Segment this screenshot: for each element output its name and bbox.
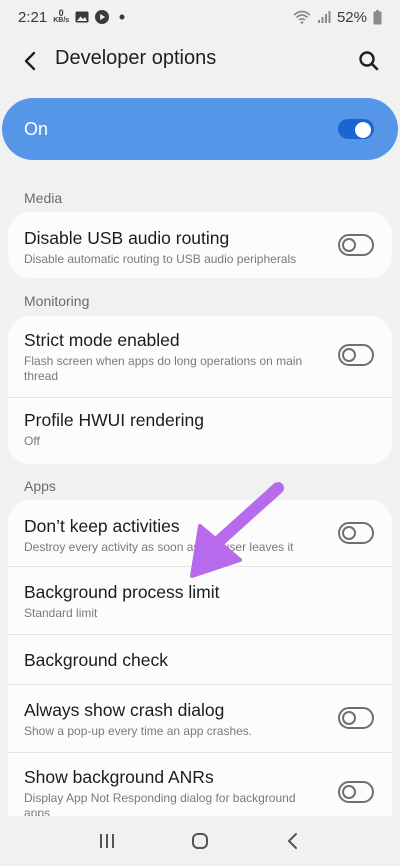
item-subtitle: Off (24, 434, 40, 448)
item-subtitle: Standard limit (24, 606, 98, 620)
toggle-knob (355, 122, 371, 138)
toggle-switch-show-background-anrs[interactable] (338, 781, 374, 803)
item-subtitle: Display App Not Responding dialog for ba… (24, 791, 296, 816)
battery-percentage: 52% (336, 8, 367, 26)
back-arrow-icon[interactable] (18, 48, 44, 74)
status-left: 2:21 0 KB/s (18, 9, 125, 26)
apps-card: Don’t keep activities Destroy every acti… (8, 500, 392, 816)
network-speed-value: 0 (58, 8, 64, 18)
item-title: Strict mode enabled (24, 330, 180, 350)
list-item-always-show-crash-dialog[interactable]: Always show crash dialog Show a pop-up e… (8, 685, 392, 753)
status-time: 2:21 (18, 8, 48, 26)
toggle-knob (342, 238, 356, 252)
toggle-knob (342, 526, 356, 540)
status-right: 52% (293, 9, 382, 26)
list-item-disable-usb-audio-routing[interactable]: Disable USB audio routing Disable automa… (8, 212, 392, 278)
item-subtitle: Destroy every activity as soon as the us… (24, 540, 294, 554)
toggle-knob (342, 348, 356, 362)
toggle-switch-disable-usb-audio[interactable] (338, 234, 374, 256)
search-icon[interactable] (356, 48, 382, 74)
recent-apps-icon[interactable] (95, 829, 119, 853)
item-title: Background check (24, 650, 168, 670)
home-icon[interactable] (188, 829, 212, 853)
toggle-switch-strict-mode[interactable] (338, 344, 374, 366)
monitoring-card: Strict mode enabled Flash screen when ap… (8, 316, 392, 464)
signal-icon (317, 11, 331, 23)
status-bar: 2:21 0 KB/s 52% (0, 0, 400, 34)
list-item-background-check[interactable]: Background check (8, 635, 392, 685)
app-bar: Developer options (0, 34, 400, 86)
item-title: Always show crash dialog (24, 700, 225, 720)
list-item-profile-hwui-rendering[interactable]: Profile HWUI rendering Off (8, 398, 392, 464)
gallery-icon (75, 11, 89, 23)
network-speed: 0 KB/s (53, 8, 70, 25)
network-speed-unit: KB/s (53, 17, 70, 24)
list-item-strict-mode[interactable]: Strict mode enabled Flash screen when ap… (8, 316, 392, 398)
section-label-monitoring: Monitoring (24, 293, 90, 309)
toggle-switch-dont-keep-activities[interactable] (338, 522, 374, 544)
section-label-media: Media (24, 190, 63, 206)
item-title: Background process limit (24, 582, 220, 602)
list-item-background-process-limit[interactable]: Background process limit Standard limit (8, 567, 392, 635)
page-title: Developer options (55, 47, 217, 69)
master-toggle[interactable] (338, 119, 374, 139)
item-subtitle: Show a pop-up every time an app crashes. (24, 724, 253, 738)
toggle-knob (342, 785, 356, 799)
toggle-knob (342, 711, 356, 725)
play-icon (95, 10, 110, 24)
item-title: Disable USB audio routing (24, 228, 230, 248)
section-label-apps: Apps (24, 478, 56, 494)
media-card: Disable USB audio routing Disable automa… (8, 212, 392, 278)
toggle-switch-always-show-crash-dialog[interactable] (338, 707, 374, 729)
battery-icon (373, 9, 382, 24)
item-title: Show background ANRs (24, 767, 214, 787)
back-icon[interactable] (281, 829, 305, 853)
wifi-icon (293, 10, 311, 24)
item-title: Don’t keep activities (24, 516, 180, 536)
developer-options-master-switch[interactable]: On (2, 98, 398, 160)
item-title: Profile HWUI rendering (24, 410, 204, 430)
list-item-show-background-anrs[interactable]: Show background ANRs Display App Not Res… (8, 753, 392, 816)
item-subtitle: Disable automatic routing to USB audio p… (24, 252, 297, 266)
master-switch-label: On (24, 118, 49, 139)
system-navigation-bar (0, 816, 400, 866)
list-item-dont-keep-activities[interactable]: Don’t keep activities Destroy every acti… (8, 500, 392, 567)
notification-dot-icon (119, 14, 125, 20)
item-subtitle: Flash screen when apps do long operation… (24, 354, 303, 383)
